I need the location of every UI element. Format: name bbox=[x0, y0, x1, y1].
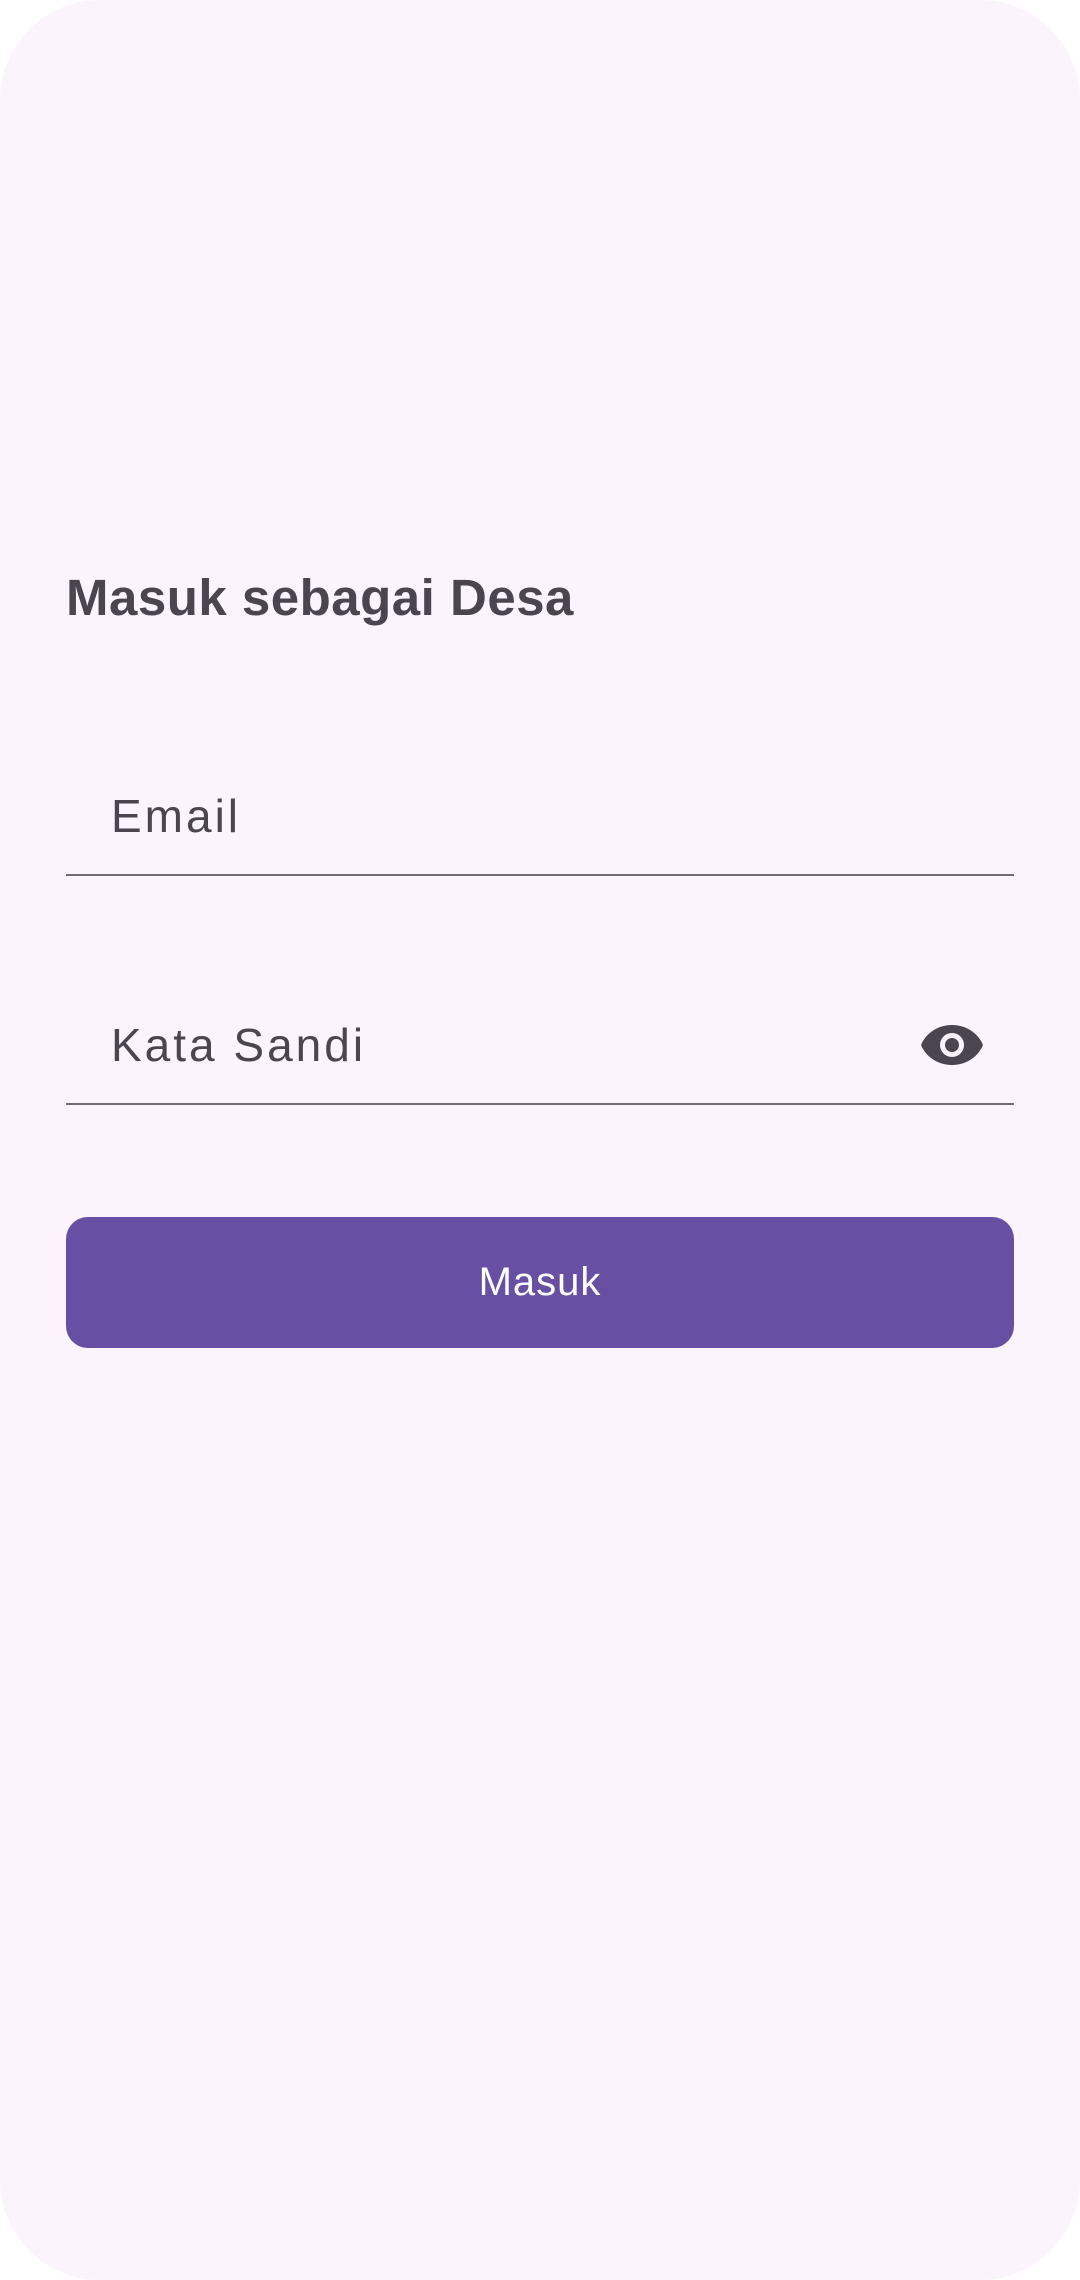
login-button[interactable]: Masuk bbox=[66, 1217, 1014, 1348]
password-field[interactable]: Kata Sandi bbox=[66, 985, 1014, 1105]
eye-icon bbox=[921, 1025, 983, 1065]
email-field[interactable]: Email bbox=[66, 756, 1014, 876]
email-field-label: Email bbox=[111, 790, 242, 842]
page-title: Masuk sebagai Desa bbox=[66, 569, 574, 626]
login-screen: Masuk sebagai Desa Email Kata Sandi Masu… bbox=[0, 0, 1080, 2280]
toggle-password-visibility-button[interactable] bbox=[920, 1013, 984, 1077]
password-field-label: Kata Sandi bbox=[111, 1019, 367, 1071]
